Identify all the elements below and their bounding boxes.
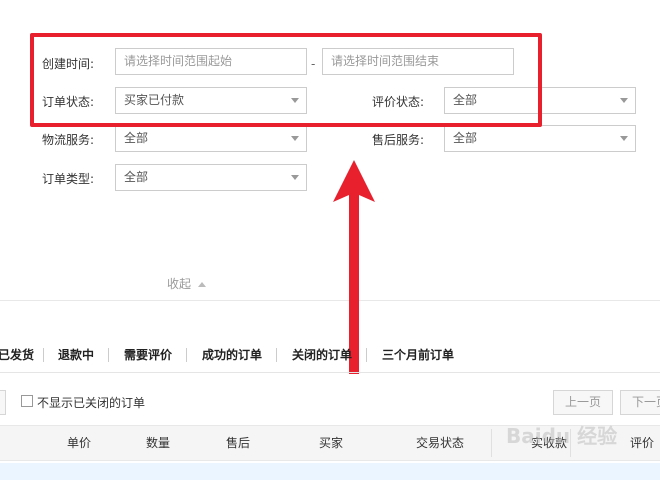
order-type-value: 全部: [124, 170, 149, 184]
column-buyer: 买家: [319, 436, 344, 450]
column-after-sale: 售后: [226, 436, 251, 450]
chevron-down-icon: [291, 136, 299, 141]
tab-separator: [366, 348, 367, 362]
tab-success-orders[interactable]: 成功的订单: [202, 348, 262, 362]
arrow-up-icon: [333, 160, 375, 374]
logistics-label: 物流服务:: [42, 133, 95, 147]
highlight-box: [30, 33, 542, 127]
tabs-underline: [0, 372, 660, 373]
column-unit-price: 单价: [67, 436, 92, 450]
hide-closed-label: 不显示已关闭的订单: [37, 396, 146, 410]
column-review: 评价: [630, 436, 655, 450]
tab-separator: [276, 348, 277, 362]
column-divider: [491, 429, 492, 457]
logistics-value: 全部: [124, 131, 149, 145]
tab-separator: [108, 348, 109, 362]
logistics-select[interactable]: 全部: [115, 125, 307, 152]
collapse-label: 收起: [167, 277, 192, 291]
order-type-select[interactable]: 全部: [115, 164, 307, 191]
aftersale-value: 全部: [453, 131, 478, 145]
collapse-toggle[interactable]: 收起: [167, 277, 206, 291]
chevron-up-icon: [197, 282, 206, 287]
column-trade-status: 交易状态: [416, 436, 465, 450]
column-quantity: 数量: [146, 436, 171, 450]
tab-need-review[interactable]: 需要评价: [124, 348, 172, 362]
tab-closed-orders[interactable]: 关闭的订单: [292, 348, 352, 362]
partial-button[interactable]: [0, 390, 6, 415]
chevron-down-icon: [620, 136, 628, 141]
tab-separator: [186, 348, 187, 362]
next-page-button[interactable]: 下一页: [620, 390, 660, 415]
order-type-label: 订单类型:: [42, 172, 95, 186]
table-row[interactable]: [0, 463, 660, 480]
tab-separator: [43, 348, 44, 362]
aftersale-select[interactable]: 全部: [444, 125, 636, 152]
watermark: Baidu 经验: [506, 424, 618, 448]
chevron-down-icon: [291, 175, 299, 180]
chevron-down-icon: [620, 98, 628, 103]
aftersale-label: 售后服务:: [372, 133, 425, 147]
tab-refunding[interactable]: 退款中: [58, 348, 94, 362]
tab-three-months-ago[interactable]: 三个月前订单: [382, 348, 454, 362]
prev-page-button[interactable]: 上一页: [553, 390, 613, 415]
tab-shipped[interactable]: 已发货: [0, 348, 34, 362]
hide-closed-checkbox[interactable]: [21, 395, 33, 407]
